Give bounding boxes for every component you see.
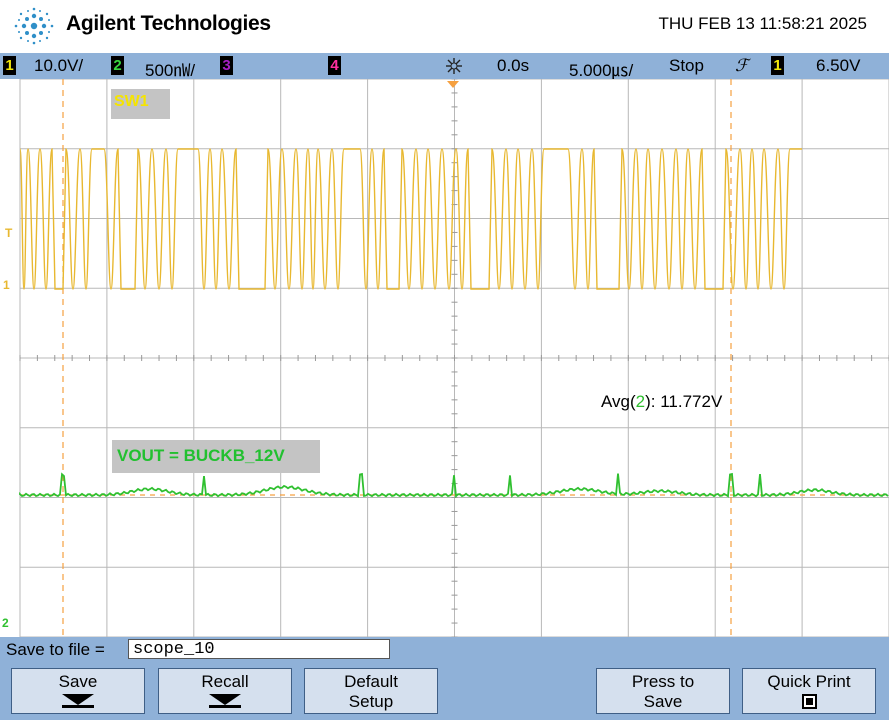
horizontal-delay[interactable]: 0.0s — [497, 56, 529, 76]
timebase[interactable]: 5.000㎲/ — [569, 56, 633, 81]
ch2-indicator[interactable]: 2 — [111, 56, 124, 75]
press-to-save-softkey[interactable]: Press to Save — [596, 668, 730, 714]
date-time: THU FEB 13 11:58:21 2025 — [658, 14, 867, 33]
ch1-scale[interactable]: 10.0V/ — [34, 56, 83, 76]
arrow-down-icon — [209, 694, 241, 705]
agilent-spark-logo — [14, 7, 54, 45]
scope-graticule — [19, 78, 889, 638]
waveform-display: SW1 VOUT = BUCKB_12V Avg(2): 11.772V T 1… — [0, 78, 889, 638]
default-setup-softkey[interactable]: Default Setup — [304, 668, 438, 714]
brand-name: Agilent Technologies — [66, 12, 271, 35]
trigger-level-marker: T — [5, 226, 13, 240]
ch2-ground-marker: 2 — [2, 616, 9, 630]
ch3-indicator[interactable]: 3 — [220, 56, 233, 75]
ch1-ground-marker: 1 — [3, 278, 10, 292]
save-softkey[interactable]: Save — [11, 668, 145, 714]
ch1-label-box: SW1 — [111, 89, 170, 119]
filename-field[interactable]: scope_10 — [128, 639, 390, 659]
ch2-label: VOUT = BUCKB_12V — [117, 446, 285, 465]
title-bar: Agilent Technologies THU FEB 13 11:58:21… — [0, 0, 889, 53]
recall-softkey[interactable]: Recall — [158, 668, 292, 714]
measurement-channel: 2 — [635, 392, 646, 411]
ch1-indicator[interactable]: 1 — [3, 56, 16, 75]
ch2-label-box: VOUT = BUCKB_12V — [112, 440, 320, 473]
ch1-label: SW1 — [114, 93, 149, 110]
trigger-source[interactable]: 1 — [771, 56, 784, 75]
run-state[interactable]: Stop — [669, 56, 704, 76]
stop-square-icon — [801, 694, 817, 709]
softkey-panel: Save to file = scope_10 Save Recall Defa… — [0, 637, 889, 720]
trigger-position-marker — [447, 81, 459, 88]
trigger-icon — [446, 58, 462, 74]
measurement-readout: Avg(2): 11.772V — [601, 392, 723, 411]
ch2-scale[interactable]: 500㎻/ — [145, 56, 195, 81]
trigger-slope-icon: ℱ — [735, 56, 749, 75]
arrow-down-icon — [62, 694, 94, 705]
trigger-level[interactable]: 6.50V — [816, 56, 860, 76]
ch4-indicator[interactable]: 4 — [328, 56, 341, 75]
status-bar: 1 10.0V/ 2 500㎻/ 3 4 0.0s 5.000㎲/ Stop ℱ… — [0, 53, 889, 81]
quick-print-softkey[interactable]: Quick Print — [742, 668, 876, 714]
save-to-file-label: Save to file = — [6, 640, 105, 659]
